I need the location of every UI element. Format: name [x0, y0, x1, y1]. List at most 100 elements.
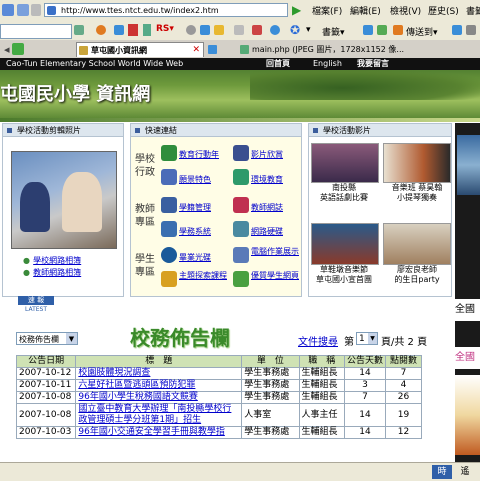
send-to-button[interactable]: 傳送到▾: [406, 25, 438, 38]
browser-nav-bar: http://www.ttes.ntct.edu.tw/index2.htm ▶…: [0, 0, 480, 22]
cell-title-link[interactable]: 96年國小學生稅務國語文競賽: [75, 391, 243, 404]
tab-image[interactable]: main.php (JPEG 圖片，1728x1152 像...: [238, 42, 480, 57]
home-icon[interactable]: [17, 4, 29, 16]
announcements-table: 公告日期 標 題 單 位 職 稱 公告天數 點閱數 2007-10-12 校園肢…: [15, 355, 422, 439]
menu-history[interactable]: 歷史(S): [428, 4, 459, 17]
col-role: 職 稱: [298, 355, 345, 368]
globe-icon[interactable]: [270, 25, 280, 35]
col-title: 標 題: [75, 355, 243, 368]
link-theme-course[interactable]: 主題探索課程: [179, 271, 229, 281]
mail-icon[interactable]: [200, 25, 210, 35]
tab-favicon: [240, 45, 249, 54]
education-icon: [161, 145, 177, 161]
link-graduation-cd[interactable]: 畢業光碟: [179, 252, 211, 263]
video-thumb-party[interactable]: [383, 223, 451, 265]
video-thumb-music[interactable]: [311, 223, 379, 265]
tool-icon[interactable]: [114, 25, 124, 35]
bookmark-icon[interactable]: [143, 24, 151, 36]
page-icon[interactable]: [234, 25, 244, 35]
nav-guestbook-link[interactable]: 我要留言: [357, 58, 389, 70]
col-days: 公告天數: [343, 355, 387, 368]
toolbar-search-field[interactable]: [0, 24, 72, 39]
history-icon[interactable]: [252, 25, 262, 35]
link-environment[interactable]: 環境教育: [251, 174, 283, 185]
video-thumb-drama[interactable]: [311, 143, 379, 183]
photo-link-row: ● 學校網路相簿: [23, 255, 81, 266]
star-icon[interactable]: ✪: [290, 23, 300, 37]
site-favicon: [47, 6, 56, 15]
blog-icon: [233, 197, 249, 213]
link-teacher-blog[interactable]: 教師網誌: [251, 202, 283, 213]
table-header-row: 公告日期 標 題 單 位 職 稱 公告天數 點閱數: [15, 355, 422, 368]
extension-icon[interactable]: [377, 25, 387, 35]
folder-icon[interactable]: [214, 25, 224, 35]
menu-edit[interactable]: 編輯(E): [350, 4, 381, 17]
menu-view[interactable]: 檢視(V): [390, 4, 421, 17]
check-icon[interactable]: [363, 25, 373, 35]
section-teacher-label: 教師 專區: [135, 204, 155, 228]
photos-panel-header: 學校活動剪輯照片: [2, 123, 124, 137]
tab-panel-icon[interactable]: [12, 43, 24, 55]
link-network-drive[interactable]: 網路硬碟: [251, 226, 283, 237]
more-icon[interactable]: [466, 25, 476, 35]
video-thumb-violin[interactable]: [383, 143, 451, 183]
latest-news-badge: 速 報 LATEST: [18, 296, 54, 314]
right-edge-image[interactable]: [457, 135, 480, 195]
tab-favicon: [79, 46, 88, 55]
search-icon[interactable]: [74, 25, 84, 35]
video-caption: 南投縣 英語話劇比賽: [320, 183, 368, 202]
category-select[interactable]: 校務佈告欄 ▼: [16, 332, 78, 345]
cell-date: 2007-10-08: [15, 391, 77, 404]
nav-english-link[interactable]: English: [313, 58, 342, 70]
right-edge-link[interactable]: 全國: [455, 299, 480, 321]
menu-bookmarks[interactable]: 書籤: [466, 4, 480, 17]
pdf-icon[interactable]: [128, 24, 138, 36]
cell-title-link[interactable]: 國立臺中教育大學辦理「南投縣學校行政管理碩士學分班第1期」招生: [75, 403, 243, 427]
menu-file[interactable]: 檔案(F): [312, 4, 342, 17]
activity-photo[interactable]: [11, 151, 117, 249]
photo-link-row: ● 教師網路相簿: [23, 267, 81, 278]
school-album-link[interactable]: 學校網路相簿: [33, 256, 81, 265]
link-education-year[interactable]: 教育行動年: [179, 149, 219, 160]
link-student-pages[interactable]: 優質學生網頁: [251, 271, 299, 281]
page-select[interactable]: 1 ▼: [356, 332, 378, 345]
stop-icon[interactable]: [31, 4, 41, 16]
link-student-affairs[interactable]: 學務系統: [179, 226, 211, 237]
cell-title-link[interactable]: 96年國小交通安全學習手冊與教學指: [75, 426, 243, 439]
link-vision[interactable]: 願景特色: [179, 174, 211, 185]
chevron-down-icon: ▼: [368, 333, 377, 344]
toolbar-addon-button[interactable]: ▾: [306, 25, 311, 35]
document-search-link[interactable]: 文件搜尋: [298, 333, 338, 348]
quicklinks-panel-title: 快速連結: [145, 126, 177, 135]
go-icon[interactable]: ▶: [292, 3, 301, 17]
teacher-album-link[interactable]: 教師網路相簿: [33, 268, 81, 277]
rss-button[interactable]: RS▾: [156, 24, 174, 34]
url-bar[interactable]: http://www.ttes.ntct.edu.tw/index2.htm: [44, 3, 288, 17]
status-ime[interactable]: 時: [432, 465, 452, 479]
cell-unit: 學生事務處: [241, 391, 300, 404]
link-computer-work[interactable]: 電腦作業展示: [251, 247, 299, 257]
cell-title-link[interactable]: 六星好社區暨逃頭區預防犯罪: [75, 379, 243, 392]
bookmarks-toolbar-button[interactable]: 書籤▾: [322, 25, 345, 38]
cell-title-link[interactable]: 校園肢體現況調查: [75, 367, 243, 380]
photo-person: [62, 172, 102, 232]
close-icon[interactable]: ✕: [192, 43, 200, 57]
back-icon[interactable]: [2, 4, 14, 16]
status-extra[interactable]: 遙: [454, 465, 476, 479]
cell-role: 生輔組長: [298, 391, 345, 404]
link-video[interactable]: 影片欣賞: [251, 149, 283, 160]
tab-scroll-left-icon[interactable]: ◂: [4, 43, 10, 56]
page-prefix: 第: [344, 337, 354, 348]
right-edge-link[interactable]: 全國: [455, 347, 480, 369]
gear-icon[interactable]: [186, 25, 196, 35]
tab-blank[interactable]: [206, 42, 236, 57]
col-unit: 單 位: [241, 355, 300, 368]
site-english-name: Cao-Tun Elementary School World Wide Web: [6, 59, 184, 68]
addon-icon[interactable]: [96, 25, 106, 35]
announcements-title: 校務佈告欄: [130, 326, 230, 350]
tab-active[interactable]: 草屯國小資訊網 ✕: [76, 42, 204, 57]
nav-home-link[interactable]: 回首頁: [266, 58, 290, 70]
link-registration[interactable]: 學籍管理: [179, 202, 211, 213]
translate-icon[interactable]: [452, 25, 462, 35]
right-edge-banner[interactable]: [455, 375, 480, 455]
